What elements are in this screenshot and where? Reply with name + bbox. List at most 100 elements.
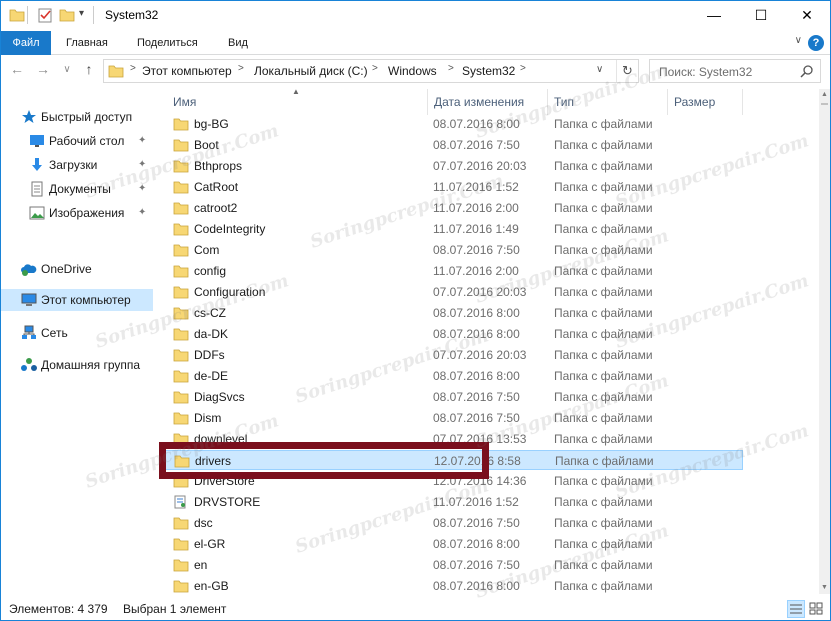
nav-item-network[interactable]: Сеть [1,322,153,344]
table-row[interactable]: CodeIntegrity 11.07.2016 1:49 Папка с файл… [161,219,743,239]
folder-icon [173,390,189,407]
table-row[interactable]: Boot 08.07.2016 7:50 Папка с файлами [161,135,743,155]
table-row[interactable]: Configuration 07.07.2016 20:03 Папка с фай… [161,282,743,302]
nav-item-documents[interactable]: Документы ✦ [1,178,153,200]
table-row[interactable]: catroot2 11.07.2016 2:00 Папка с файлами [161,198,743,218]
file-type: Папка с файлами [554,138,653,152]
recent-locations-icon[interactable]: ∨ [57,64,77,75]
column-type[interactable]: Тип [554,95,574,109]
scroll-down-icon[interactable]: ▼ [819,582,830,594]
nav-item-label: Домашняя группа [41,358,141,372]
file-date: 08.07.2016 8:00 [433,579,520,593]
expand-ribbon-icon[interactable]: ∨ [795,35,802,46]
pin-icon[interactable]: ✦ [138,159,146,170]
tab-file[interactable]: Файл [1,31,51,55]
breadcrumb-separator[interactable]: > [520,63,526,74]
file-date: 08.07.2016 7:50 [433,516,520,530]
breadcrumb-separator[interactable]: > [238,63,244,74]
breadcrumb-windows[interactable]: Windows [388,64,437,78]
quick-access-dropdown-icon[interactable]: ▾ [79,8,84,19]
address-bar[interactable]: > Этот компьютер > Локальный диск (C:) >… [103,59,639,83]
refresh-icon[interactable]: ↻ [616,60,638,82]
column-divider[interactable] [742,89,743,115]
pin-icon[interactable]: ✦ [138,183,146,194]
documents-icon [29,181,45,197]
pin-icon[interactable]: ✦ [138,135,146,146]
up-arrow-icon[interactable]: ↑ [79,61,99,77]
folder-icon [9,7,25,26]
onedrive-icon [21,261,37,277]
table-row[interactable]: DriverStore 12.07.2016 14:36 Папка с файла… [161,471,743,491]
file-date: 07.07.2016 13:53 [433,432,527,446]
address-folder-icon [108,63,124,82]
table-row[interactable]: cs-CZ 08.07.2016 8:00 Папка с файлами [161,303,743,323]
tab-share[interactable]: Поделиться [137,31,198,55]
table-row[interactable]: DRVSTORE 11.07.2016 1:52 Папка с файлами [161,492,743,512]
nav-item-label: Документы [49,182,111,196]
scroll-up-icon[interactable]: ▲ [819,89,830,101]
breadcrumb-separator[interactable]: > [448,63,454,74]
forward-arrow-icon[interactable]: → [33,61,53,77]
minimize-button[interactable]: — [691,1,737,29]
back-arrow-icon[interactable]: ← [7,61,27,77]
table-row[interactable]: Dism 08.07.2016 7:50 Папка с файлами [161,408,743,428]
pin-icon[interactable]: ✦ [138,207,146,218]
table-row[interactable]: de-DE 08.07.2016 8:00 Папка с файлами [161,366,743,386]
nav-item-downloads[interactable]: Загрузки ✦ [1,154,153,176]
nav-item-onedrive[interactable]: OneDrive [1,258,153,280]
table-row[interactable]: drivers 12.07.2016 8:58 Папка с файлами [161,450,743,470]
new-folder-icon[interactable] [59,7,75,26]
tab-view[interactable]: Вид [228,31,248,55]
large-icons-view-icon[interactable] [808,600,826,618]
table-row[interactable]: config 11.07.2016 2:00 Папка с файлами [161,261,743,281]
table-row[interactable]: el-GR 08.07.2016 8:00 Папка с файлами [161,534,743,554]
column-divider[interactable] [427,89,428,115]
nav-item-pictures[interactable]: Изображения ✦ [1,202,153,224]
search-icon[interactable] [800,64,814,81]
column-name[interactable]: Имя [173,95,196,109]
table-row[interactable]: CatRoot 11.07.2016 1:52 Папка с файлами [161,177,743,197]
nav-item-quick-access[interactable]: Быстрый доступ [1,106,153,128]
breadcrumb-local-disk[interactable]: Локальный диск (C:) [254,64,368,78]
column-divider[interactable] [547,89,548,115]
column-date-modified[interactable]: Дата изменения [434,95,524,109]
breadcrumb-separator[interactable]: > [130,63,136,74]
folder-icon [173,579,189,594]
vertical-scrollbar[interactable]: ▲ ▼ [819,89,830,594]
nav-item-desktop[interactable]: Рабочий стол ✦ [1,130,153,152]
folder-icon [173,474,189,491]
table-row[interactable]: Com 08.07.2016 7:50 Папка с файлами [161,240,743,260]
breadcrumb-separator[interactable]: > [372,63,378,74]
address-dropdown-icon[interactable]: ∨ [596,64,603,75]
file-name: DDFs [194,348,225,362]
file-date: 07.07.2016 20:03 [433,159,527,173]
table-row[interactable]: da-DK 08.07.2016 8:00 Папка с файлами [161,324,743,344]
close-button[interactable]: ✕ [784,1,830,29]
table-row[interactable]: Bthprops 07.07.2016 20:03 Папка с файлами [161,156,743,176]
search-input[interactable]: Поиск: System32 [659,65,752,79]
file-name: cs-CZ [194,306,226,320]
details-view-icon[interactable] [787,600,805,618]
tab-home[interactable]: Главная [66,31,108,55]
breadcrumb-this-pc[interactable]: Этот компьютер [142,64,232,78]
column-size[interactable]: Размер [674,95,715,109]
nav-item-this-pc[interactable]: Этот компьютер [1,289,153,311]
nav-item-homegroup[interactable]: Домашняя группа [1,354,153,376]
table-row[interactable]: DiagSvcs 08.07.2016 7:50 Папка с файлами [161,387,743,407]
file-type: Папка с файлами [554,537,653,551]
title-bar[interactable]: ▾ System32 — ☐ ✕ [1,1,830,31]
search-box[interactable]: Поиск: System32 [649,59,821,83]
table-row[interactable]: en-GB 08.07.2016 8:00 Папка с файлами [161,576,743,594]
table-row[interactable]: DDFs 07.07.2016 20:03 Папка с файлами [161,345,743,365]
download-icon [29,157,45,173]
table-row[interactable]: dsc 08.07.2016 7:50 Папка с файлами [161,513,743,533]
maximize-button[interactable]: ☐ [738,1,784,29]
table-row[interactable]: downlevel 07.07.2016 13:53 Папка с файлами [161,429,743,449]
help-icon[interactable]: ? [808,35,824,51]
column-divider[interactable] [667,89,668,115]
scrollbar-thumb[interactable] [821,103,828,105]
table-row[interactable]: bg-BG 08.07.2016 8:00 Папка с файлами [161,114,743,134]
properties-icon[interactable] [37,7,53,26]
breadcrumb-system32[interactable]: System32 [462,64,515,78]
table-row[interactable]: en 08.07.2016 7:50 Папка с файлами [161,555,743,575]
